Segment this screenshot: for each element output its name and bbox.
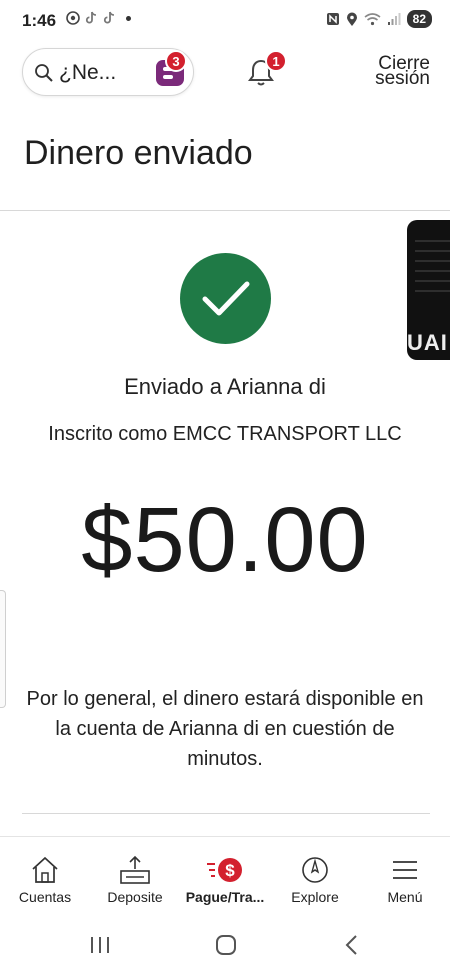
availability-note: Por lo general, el dinero estará disponi… (26, 688, 424, 770)
nav-label: Cuentas (18, 889, 72, 905)
screen: 1:46 82 ¿Ne... 3 1 Cierre sesión Dinero … (0, 0, 450, 976)
nav-item-cuentas[interactable]: Cuentas (0, 837, 90, 916)
nav-item-menu[interactable]: Menú (360, 837, 450, 916)
compass-icon (302, 857, 328, 883)
nav-item-explore[interactable]: Explore (270, 837, 360, 916)
nav-label: Menú (387, 889, 423, 905)
nav-label: Explore (291, 889, 339, 905)
status-time: 1:46 (22, 11, 57, 30)
notification-icons (66, 11, 131, 25)
promo-card-text: UAI (407, 330, 448, 355)
back-icon[interactable] (342, 934, 362, 956)
nav-item-deposite[interactable]: Deposite (90, 837, 180, 916)
nav-item-pague-transfiera[interactable]: $ Pague/Tra... (180, 837, 270, 916)
recipient-text: Enviado a Arianna di (124, 374, 326, 399)
top-app-bar: ¿Ne... 3 1 Cierre sesión (0, 40, 450, 106)
signout-line2: sesión (375, 68, 430, 89)
system-nav-bar (0, 916, 450, 976)
status-bar: 1:46 82 (0, 0, 450, 40)
system-status-icons: 82 (326, 10, 432, 28)
search-text: ¿Ne... (59, 61, 117, 84)
deposit-icon (120, 855, 150, 884)
chrome-icon (66, 11, 80, 25)
enrolled-as-text: Inscrito como EMCC TRANSPORT LLC (48, 423, 402, 445)
pay-transfer-icon: $ (207, 858, 242, 882)
nav-label: Deposite (107, 889, 163, 905)
side-tab-handle[interactable] (0, 590, 6, 708)
wifi-icon (364, 13, 381, 26)
location-icon (346, 12, 357, 26)
checkmark-icon (202, 281, 249, 315)
amount-sent: $50.00 (81, 489, 369, 591)
signout-button[interactable]: Cierre sesión (375, 54, 430, 89)
tiktok-icon (85, 11, 97, 24)
home-icon[interactable] (214, 934, 238, 956)
divider (0, 210, 450, 211)
promo-card-peek[interactable]: UAI (407, 220, 450, 360)
success-check-icon (180, 253, 271, 344)
recent-apps-icon[interactable] (88, 934, 112, 956)
signal-icon (387, 13, 401, 25)
battery-badge: 82 (406, 10, 432, 28)
svg-text:$: $ (225, 861, 235, 880)
nav-label: Pague/Tra... (185, 889, 265, 905)
promo-image (415, 240, 450, 300)
house-icon (32, 856, 58, 883)
notification-badge: 1 (265, 50, 287, 72)
page-title: Dinero enviado (24, 134, 253, 172)
nfc-icon (326, 13, 339, 25)
menu-icon (393, 861, 417, 879)
erica-badge: 3 (165, 50, 187, 72)
bottom-nav: Cuentas Deposite $ Pague/Tra... Explore … (0, 836, 450, 916)
divider (22, 813, 430, 814)
tiktok-icon (103, 11, 115, 24)
more-notifications-dot (126, 15, 131, 21)
search-icon (35, 64, 53, 82)
